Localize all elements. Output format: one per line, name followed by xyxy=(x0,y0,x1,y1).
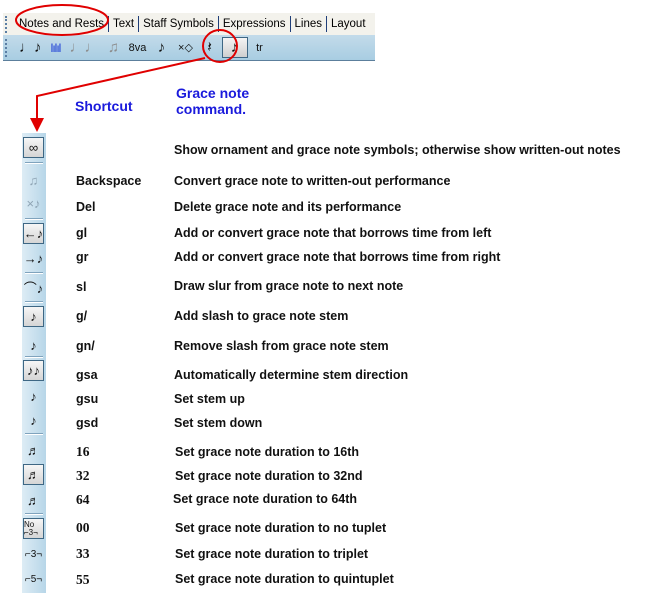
shortcut-gl: gl xyxy=(76,226,88,240)
desc-stem-down: Set stem down xyxy=(174,416,263,430)
ornament-icon[interactable]: tr xyxy=(248,37,272,58)
separator xyxy=(25,301,43,303)
borrow-right-icon[interactable]: →♪ xyxy=(23,248,44,268)
convert-performance-icon[interactable]: ♫ xyxy=(23,170,44,190)
duration-64th-icon[interactable]: ♬ xyxy=(23,490,44,510)
tab-list: Notes and Rests Text Staff Symbols Expre… xyxy=(17,13,370,35)
notehead-icon[interactable]: ×◇ xyxy=(174,37,198,58)
annotation-arrowhead xyxy=(30,118,44,132)
desc-slur: Draw slur from grace note to next note xyxy=(174,279,404,293)
notes-toolbar: ♩♪ lılıl ♩♩ ♫ 8va ♪ ×◇ 𝄽 ♪ tr xyxy=(3,35,375,61)
command-column-header-line2: command. xyxy=(176,101,247,117)
tabbar-grip-handle[interactable] xyxy=(5,16,9,33)
separator xyxy=(25,162,43,164)
quintuplet-icon[interactable]: ⌐5¬ xyxy=(23,570,44,590)
duration-16th-icon[interactable]: ♬ xyxy=(23,440,44,460)
palette-tab-bar: Notes and Rests Text Staff Symbols Expre… xyxy=(3,13,375,35)
shortcut-column-header: Shortcut xyxy=(75,98,133,114)
separator xyxy=(25,218,43,220)
tab-expressions[interactable]: Expressions xyxy=(219,16,291,32)
grace-note-toolbar: ∞ ♫ ×♪ ←♪ →♪ ⌒♪ ♪ ♪ ♪♪ ♪ ♪ ♬ ♬ ♬ No ⌐3¬ … xyxy=(22,133,46,593)
tie-icon[interactable]: ♩♩ xyxy=(68,37,102,58)
octave-icon[interactable]: 8va xyxy=(126,37,150,58)
shortcut-gsd: gsd xyxy=(76,416,99,430)
shortcut-64: 64 xyxy=(76,492,90,507)
bars-icon[interactable]: lılıl xyxy=(44,37,68,58)
desc-duration-16th: Set grace note duration to 16th xyxy=(175,445,360,459)
shortcut-sl: sl xyxy=(76,280,87,294)
notes-icon[interactable]: ♩♪ xyxy=(17,37,44,58)
shortcut-00: 00 xyxy=(76,520,90,535)
duration-32nd-icon[interactable]: ♬ xyxy=(23,464,44,485)
separator xyxy=(25,272,43,274)
desc-convert-performance: Convert grace note to written-out perfor… xyxy=(174,174,451,188)
desc-add-slash: Add slash to grace note stem xyxy=(174,309,349,323)
command-column-header-line1: Grace note xyxy=(176,85,250,101)
shortcut-16: 16 xyxy=(76,444,90,459)
desc-duration-32nd: Set grace note duration to 32nd xyxy=(175,469,363,483)
shortcut-gsa: gsa xyxy=(76,368,98,382)
shortcut-55: 55 xyxy=(76,572,90,587)
triplet-icon[interactable]: ⌐3¬ xyxy=(23,545,44,565)
desc-borrow-right: Add or convert grace note that borrows t… xyxy=(174,250,501,264)
tab-notes-and-rests[interactable]: Notes and Rests xyxy=(17,16,110,32)
borrow-left-icon[interactable]: ←♪ xyxy=(23,223,44,244)
separator xyxy=(25,513,43,515)
stem-up-icon[interactable]: ♪ xyxy=(23,386,44,406)
shortcut-33: 33 xyxy=(76,546,90,561)
desc-remove-slash: Remove slash from grace note stem xyxy=(174,339,389,353)
tab-text[interactable]: Text xyxy=(109,16,140,32)
toolbar-grip-handle[interactable] xyxy=(5,39,9,57)
tab-lines[interactable]: Lines xyxy=(291,16,327,32)
desc-quintuplet: Set grace note duration to quintuplet xyxy=(175,572,394,586)
desc-triplet: Set grace note duration to triplet xyxy=(175,547,369,561)
slur-icon[interactable]: ⌒♪ xyxy=(23,277,44,297)
shortcut-gsu: gsu xyxy=(76,392,99,406)
desc-delete-grace: Delete grace note and its performance xyxy=(174,200,402,214)
grace-note-icon[interactable]: ♪ xyxy=(221,37,248,58)
separator xyxy=(25,433,43,435)
beam-icon[interactable]: ♫ xyxy=(102,37,126,58)
desc-borrow-left: Add or convert grace note that borrows t… xyxy=(174,226,492,240)
shortcut-gn-slash: gn/ xyxy=(76,339,95,353)
desc-show-ornament: Show ornament and grace note symbols; ot… xyxy=(174,143,621,157)
add-slash-icon[interactable]: ♪ xyxy=(23,306,44,327)
separator xyxy=(25,356,43,358)
shortcut-gr: gr xyxy=(76,250,89,264)
no-tuplet-icon[interactable]: No ⌐3¬ xyxy=(23,518,44,539)
desc-stem-auto: Automatically determine stem direction xyxy=(174,368,409,382)
tab-layout[interactable]: Layout xyxy=(327,16,370,32)
tab-staff-symbols[interactable]: Staff Symbols xyxy=(139,16,219,32)
shortcut-backspace: Backspace xyxy=(76,174,142,188)
stem-down-icon[interactable]: ♪ xyxy=(23,410,44,430)
desc-no-tuplet: Set grace note duration to no tuplet xyxy=(175,521,387,535)
arpeggio-icon[interactable]: ♪ xyxy=(150,37,174,58)
ornament-toggle-icon[interactable]: ∞ xyxy=(23,137,44,158)
desc-stem-up: Set stem up xyxy=(174,392,245,406)
shortcut-g-slash: g/ xyxy=(76,309,88,323)
remove-slash-icon[interactable]: ♪ xyxy=(23,335,44,355)
stem-auto-icon[interactable]: ♪♪ xyxy=(23,360,44,381)
shortcut-del: Del xyxy=(76,200,96,214)
shortcut-32: 32 xyxy=(76,468,90,483)
rest-icon[interactable]: 𝄽 xyxy=(198,37,222,58)
desc-duration-64th: Set grace note duration to 64th xyxy=(173,492,358,506)
delete-grace-icon[interactable]: ×♪ xyxy=(23,193,44,213)
